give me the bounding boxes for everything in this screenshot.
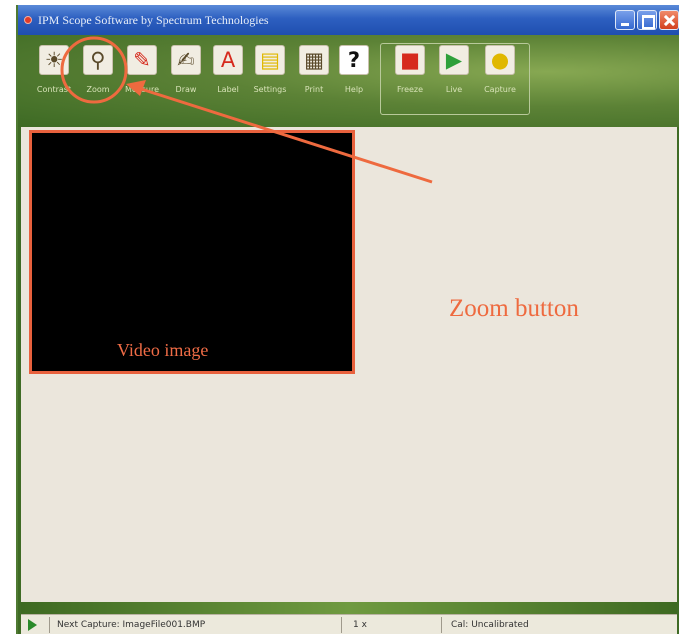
calibration-status: Cal: Uncalibrated [451,620,529,630]
stop-square-icon: ■ [395,45,425,75]
zoom-button[interactable]: ⚲ Zoom [78,45,118,107]
title-bar[interactable]: IPM Scope Software by Spectrum Technolog… [18,5,679,35]
printer-icon: ▦ [299,45,329,75]
status-divider [21,602,677,614]
settings-button[interactable]: ▤ Settings [250,45,290,107]
zoom-button-annotation: Zoom button [449,295,579,322]
video-image-annotation: Video image [117,340,209,360]
play-status-icon [28,619,37,631]
live-label: Live [445,85,463,94]
window-title: IPM Scope Software by Spectrum Technolog… [38,13,269,27]
client-area: Video image Zoom button [21,127,677,602]
status-bar: Next Capture: ImageFile001.BMP 1 x Cal: … [21,614,677,634]
play-triangle-icon: ▶ [439,45,469,75]
measure-icon: ✎ [127,45,157,75]
label-button[interactable]: A Label [208,45,248,107]
draw-button[interactable]: ✍ Draw [166,45,206,107]
status-separator [441,617,442,633]
status-separator [49,617,50,633]
help-icon: ? [339,45,369,75]
status-separator [341,617,342,633]
minimize-button[interactable] [615,10,635,30]
help-label: Help [344,85,364,94]
zoom-level-status: 1 x [353,620,367,630]
settings-folder-icon: ▤ [255,45,285,75]
capture-ball-icon: ● [485,45,515,75]
measure-button[interactable]: ✎ Measure [122,45,162,107]
freeze-button[interactable]: ■ Freeze [390,45,430,107]
toolbar: ☀ Contrast ⚲ Zoom ✎ Measure ✍ Draw A Lab… [18,35,679,127]
print-button[interactable]: ▦ Print [294,45,334,107]
capture-label: Capture [484,85,516,94]
help-button[interactable]: ? Help [334,45,374,107]
app-window: IPM Scope Software by Spectrum Technolog… [16,5,679,634]
live-button[interactable]: ▶ Live [434,45,474,107]
video-image-panel[interactable]: Video image [29,130,355,374]
label-letter-icon: A [213,45,243,75]
app-icon [24,16,32,24]
zoom-magnifier-icon: ⚲ [83,45,113,75]
next-capture-status: Next Capture: ImageFile001.BMP [57,620,206,630]
contrast-button[interactable]: ☀ Contrast [34,45,74,107]
draw-hand-icon: ✍ [171,45,201,75]
contrast-bulb-icon: ☀ [39,45,69,75]
capture-button[interactable]: ● Capture [480,45,520,107]
close-button[interactable] [659,10,679,30]
maximize-button[interactable] [637,10,657,30]
